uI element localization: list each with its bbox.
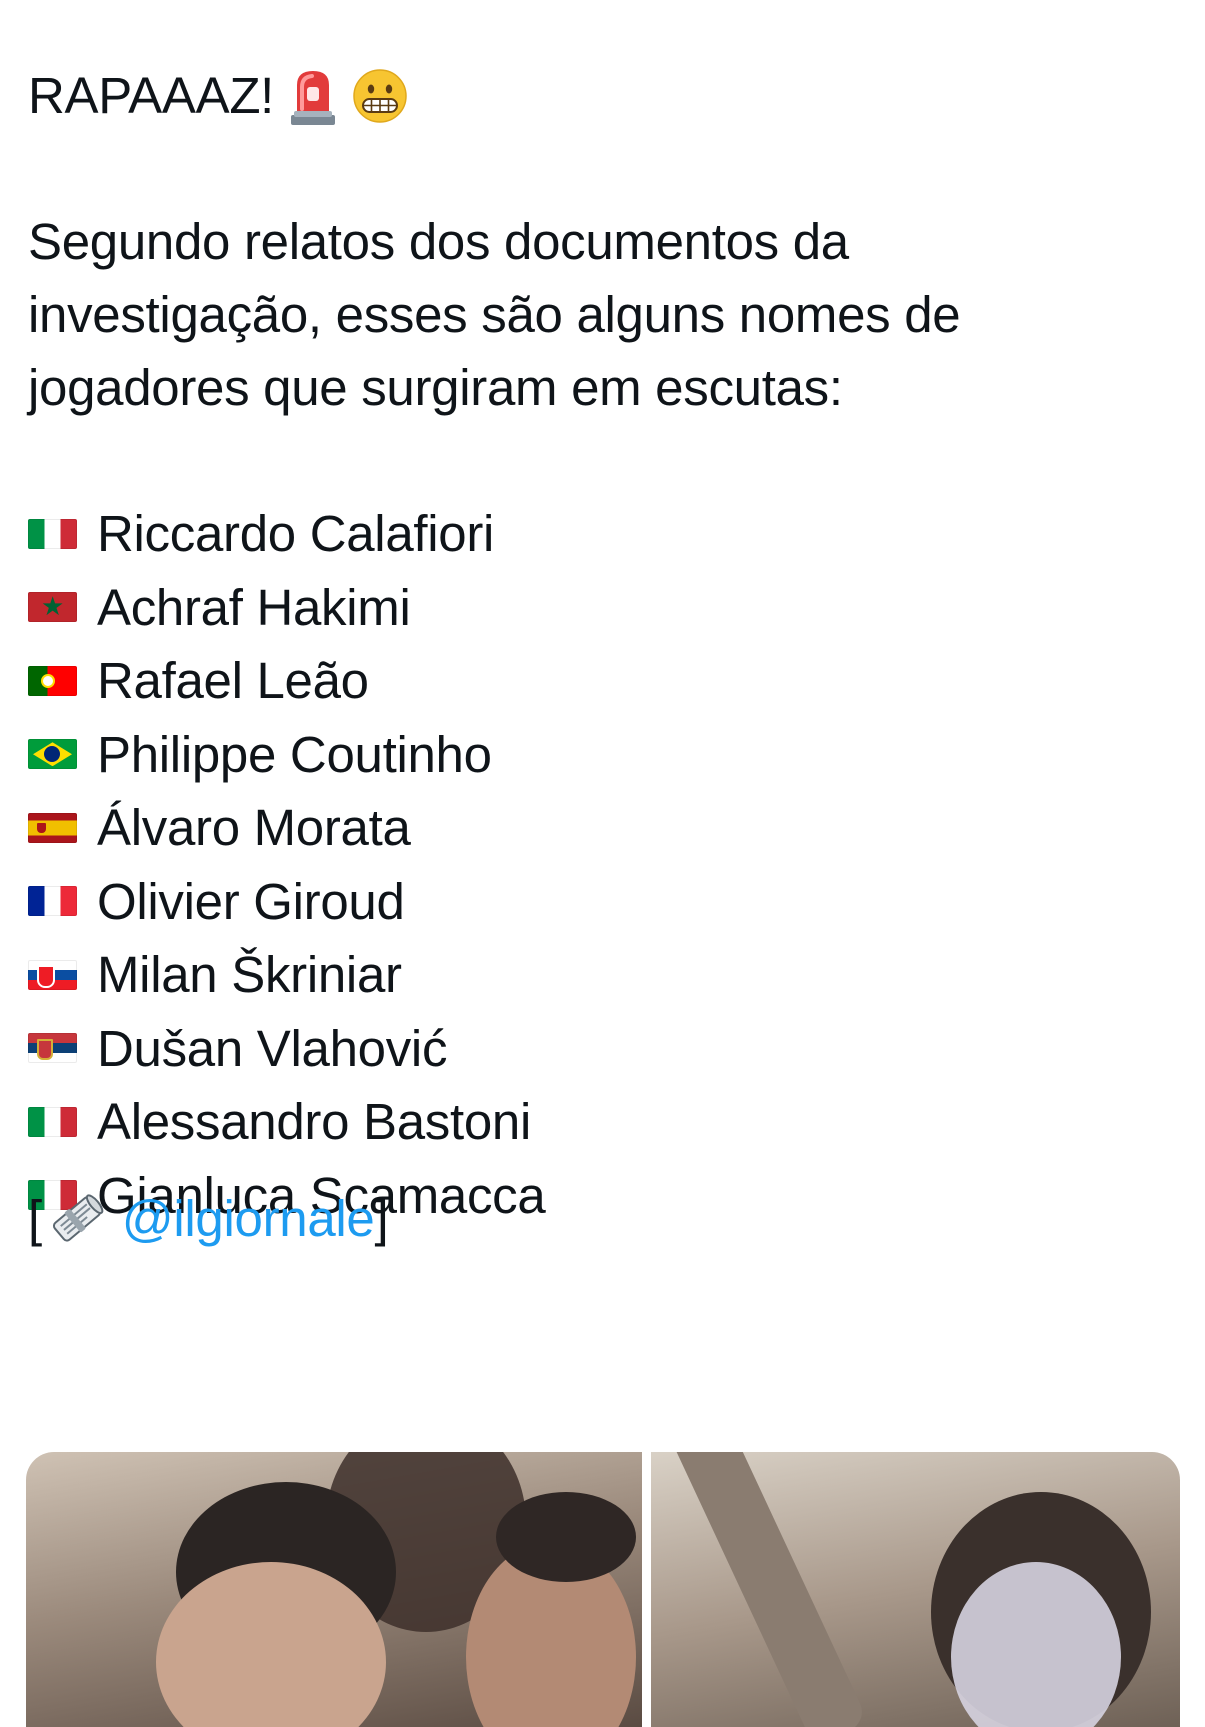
intro-line: investigação, esses são alguns nomes de [28, 286, 961, 343]
italy-flag-icon [28, 1106, 77, 1137]
ilgiornale-mention-link[interactable]: @ilgiornale [122, 1182, 375, 1255]
intro-line: jogadores que surgiram em escutas: [28, 359, 843, 416]
player-name: Milan Škriniar [97, 946, 402, 1004]
player-item: Dušan Vlahović [28, 1012, 545, 1086]
grimacing-face-icon [353, 68, 407, 123]
close-bracket: ] [374, 1190, 389, 1247]
rolled-newspaper-icon [52, 1193, 104, 1242]
player-item: Álvaro Morata [28, 791, 545, 865]
tweet-intro: Segundo relatos dos documentos da invest… [28, 205, 1148, 424]
player-item: Olivier Giroud [28, 865, 545, 939]
player-name: Achraf Hakimi [97, 578, 411, 636]
player-item: Alessandro Bastoni [28, 1085, 545, 1159]
player-name: Riccardo Calafiori [97, 505, 495, 563]
player-name: Alessandro Bastoni [97, 1093, 532, 1151]
player-name: Olivier Giroud [97, 872, 405, 930]
player-item: Rafael Leão [28, 644, 545, 718]
player-name: Philippe Coutinho [97, 725, 492, 783]
media-grid [26, 1452, 1180, 1727]
brazil-flag-icon [28, 739, 77, 770]
serbia-flag-icon [28, 1033, 77, 1064]
media-image-2[interactable] [651, 1452, 1180, 1727]
tweet-headline: RAPAAAZ! [28, 59, 408, 132]
spain-flag-icon [28, 812, 77, 843]
source-credit: [ @ilgiornale ] [28, 1182, 389, 1255]
player-item: Riccardo Calafiori [28, 497, 545, 571]
france-flag-icon [28, 886, 77, 917]
player-name: Rafael Leão [97, 652, 369, 710]
italy-flag-icon [28, 518, 77, 549]
player-name: Álvaro Morata [97, 799, 411, 857]
player-item: Achraf Hakimi [28, 571, 545, 645]
rotating-light-icon [291, 70, 336, 125]
morocco-flag-icon [28, 592, 77, 623]
media-image-1[interactable] [26, 1452, 642, 1727]
player-item: Milan Škriniar [28, 938, 545, 1012]
intro-line: Segundo relatos dos documentos da [28, 213, 849, 270]
open-bracket: [ [28, 1190, 42, 1247]
player-name: Dušan Vlahović [97, 1019, 448, 1077]
slovakia-flag-icon [28, 959, 77, 990]
player-item: Philippe Coutinho [28, 718, 545, 792]
player-list: Riccardo Calafiori Achraf Hakimi Rafael … [28, 497, 546, 1232]
headline-text: RAPAAAZ! [28, 67, 275, 124]
portugal-flag-icon [28, 665, 77, 696]
